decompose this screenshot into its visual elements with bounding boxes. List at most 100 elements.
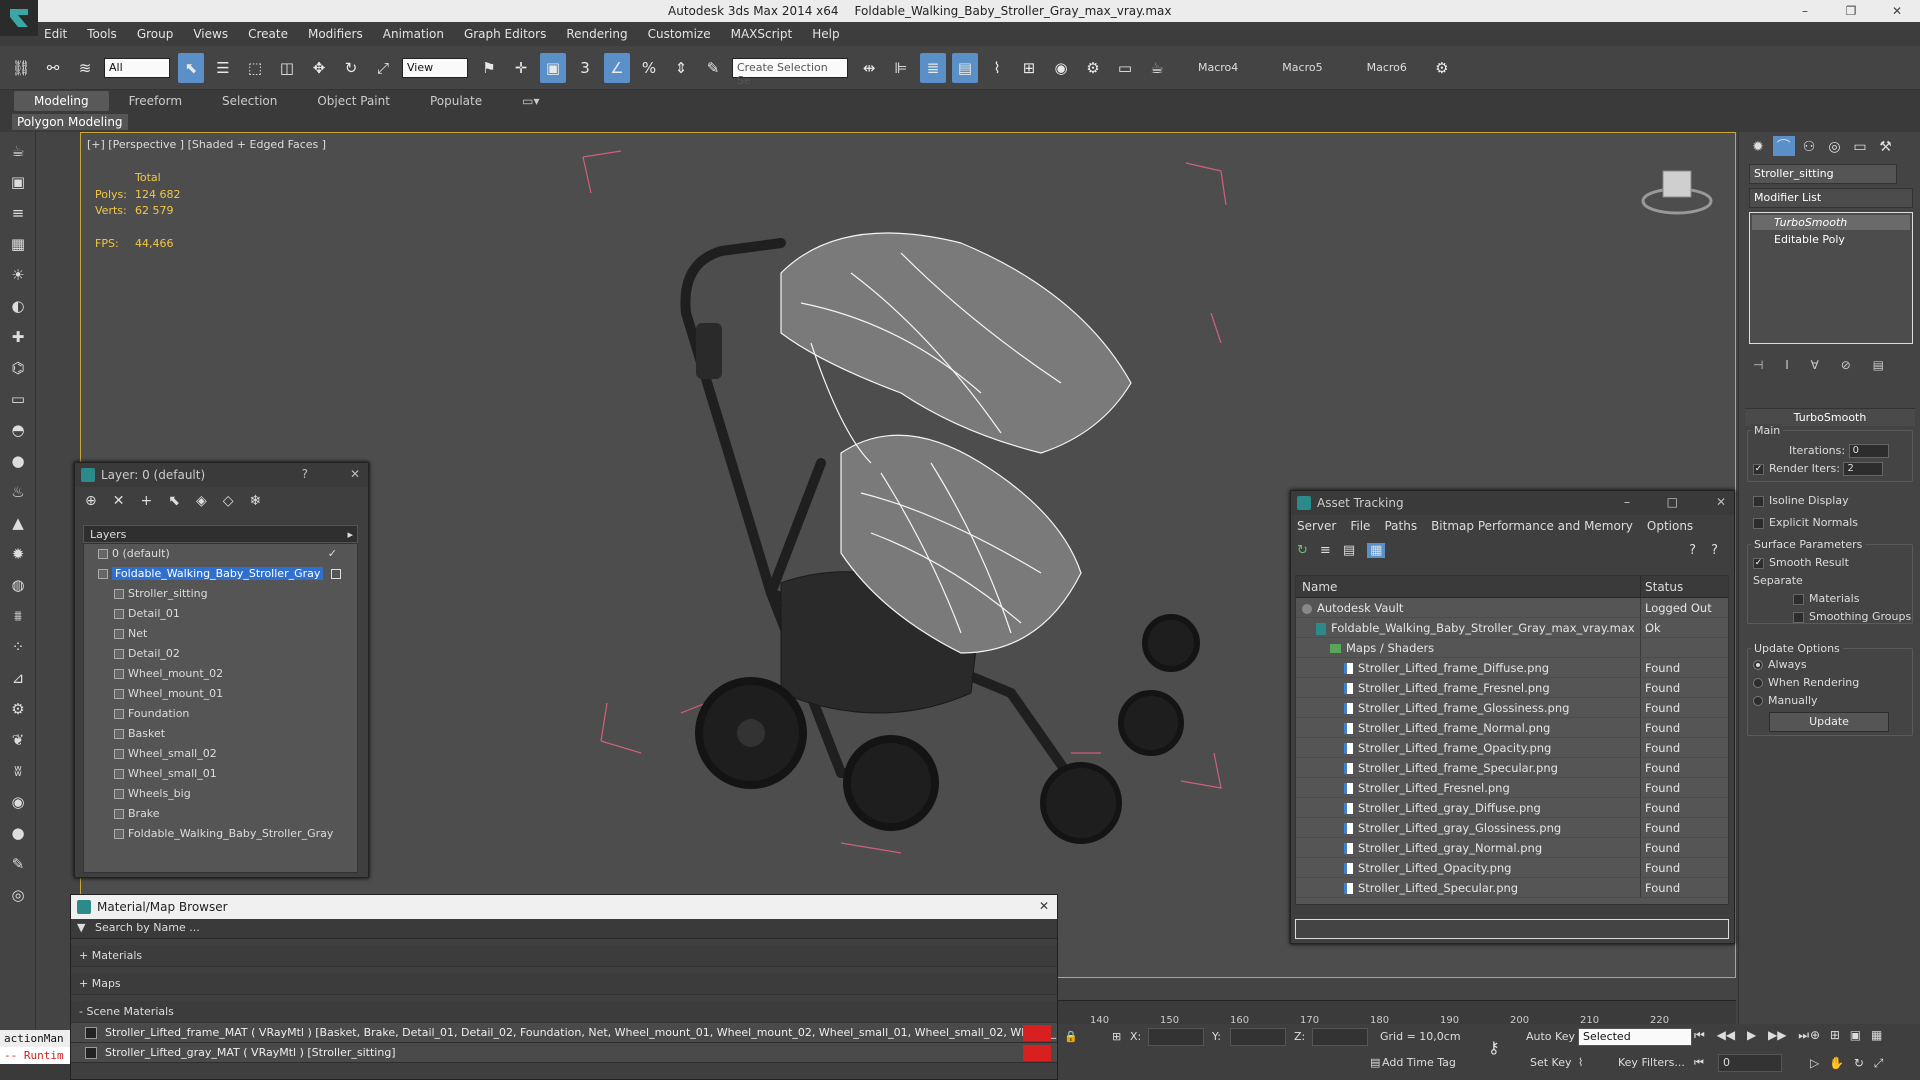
macro4-button[interactable]: Macro4 [1198,61,1238,74]
snaps-icon[interactable]: 3 [572,53,598,83]
box-icon[interactable]: ▭ [6,387,30,411]
asset-menu-server[interactable]: Server [1297,519,1336,533]
asset-row[interactable]: Stroller_Lifted_frame_Fresnel.png Found [1296,678,1728,698]
create-tab-icon[interactable]: ✹ [1747,139,1769,159]
asset-row[interactable]: Stroller_Lifted_frame_Normal.png Found [1296,718,1728,738]
play-icon[interactable]: ▶ [1747,1028,1756,1042]
table-view-icon[interactable]: ▤ [1343,543,1355,558]
utilities-tab-icon[interactable]: ⚒ [1875,139,1897,159]
name-column-header[interactable]: Name [1296,576,1641,597]
menu-item-rendering[interactable]: Rendering [566,27,627,41]
hemisphere-icon[interactable]: ◓ [6,418,30,442]
vault-help-icon[interactable]: ? [1689,543,1696,558]
menu-item-create[interactable]: Create [248,27,288,41]
layer-manager-icon[interactable]: ≣ [920,52,946,83]
hair-icon[interactable]: ʬ [6,759,30,783]
asset-row[interactable]: Stroller_Lifted_frame_Specular.png Found [1296,758,1728,778]
make-unique-icon[interactable]: ∀ [1811,358,1819,372]
freeze-all-icon[interactable]: ❄ [250,493,262,509]
maximize-button[interactable]: ❐ [1828,0,1874,22]
layer-list[interactable]: 0 (default) ✓ Foldable_Walking_Baby_Stroll… [83,543,358,873]
reference-coord-select[interactable]: View [402,57,468,78]
layer-row[interactable]: Wheels_big [84,784,357,804]
asset-maximize-button[interactable]: □ [1667,495,1678,509]
ribbon-tab-populate[interactable]: Populate [410,91,502,111]
key-mode-icon[interactable]: ⏮ [1694,1056,1704,1070]
scale-icon[interactable]: ⤢ [370,53,396,83]
select-by-name-icon[interactable]: ☰ [210,53,236,83]
schematic-view-icon[interactable]: ⊞ [1016,53,1042,83]
camera-icon[interactable]: ◐ [6,294,30,318]
time-tag-icon[interactable]: ▤ [1370,1056,1380,1069]
layer-row[interactable]: Wheel_small_02 [84,744,357,764]
material-search-input[interactable]: ▼ Search by Name ... [71,919,1057,939]
go-to-start-icon[interactable]: ⏮ [1694,1028,1705,1042]
ribbon-options-icon[interactable]: ▭▾ [502,91,559,111]
unlink-icon[interactable]: ⚯ [40,53,66,83]
set-key-icon[interactable]: ⌇ [1578,1056,1583,1069]
layer-row[interactable]: Brake [84,804,357,824]
asset-row[interactable]: Stroller_Lifted_Specular.png Found [1296,878,1728,898]
layer-window-close[interactable]: ✕ [350,467,360,481]
spacewarp-icon[interactable]: ⌬ [6,356,30,380]
menu-item-graph-editors[interactable]: Graph Editors [464,27,546,41]
layer-row[interactable]: 0 (default) ✓ [84,544,357,564]
add-time-tag-label[interactable]: Add Time Tag [1382,1056,1456,1069]
asset-row[interactable]: Foldable_Walking_Baby_Stroller_Gray_max_… [1296,618,1728,638]
material-item[interactable]: Stroller_Lifted_gray_MAT ( VRayMtl ) [St… [71,1043,1057,1063]
select-object-icon[interactable]: ⬉ [178,52,204,83]
z-coord-field[interactable] [1312,1028,1368,1046]
update-button[interactable]: Update [1769,712,1889,732]
hierarchy-tab-icon[interactable]: ⚇ [1798,139,1820,159]
layer-row[interactable]: Wheel_small_01 [84,764,357,784]
pivot-icon[interactable]: ⚑ [476,53,502,83]
layers-column-header[interactable]: Layers ▸ [83,525,358,543]
zoom-extents-icon[interactable]: ▣ [1850,1028,1861,1042]
refresh-icon[interactable]: ↻ [1297,543,1308,558]
settings-icon[interactable]: ⚙ [6,697,30,721]
key-filters-button[interactable]: Key Filters... [1618,1056,1685,1069]
auto-key-button[interactable]: Auto Key [1526,1030,1575,1043]
layer-row[interactable]: Wheel_mount_01 [84,684,357,704]
object-name-field[interactable]: Stroller_sitting [1749,164,1897,184]
ribbon-toggle-icon[interactable]: ▤ [952,52,978,83]
render-icon[interactable]: ▣ [6,170,30,194]
spinner-snap-icon[interactable]: ⇕ [668,53,694,83]
stairs-icon[interactable]: ⩩ [6,604,30,628]
menu-item-maxscript[interactable]: MAXScript [731,27,793,41]
asset-row[interactable]: Stroller_Lifted_frame_Opacity.png Found [1296,738,1728,758]
asset-close-button[interactable]: ✕ [1716,495,1726,509]
sphere-icon[interactable]: ● [6,449,30,473]
percent-snap-icon[interactable]: % [636,53,662,83]
minimize-button[interactable]: – [1782,0,1828,22]
scene-materials-group[interactable]: - Scene Materials [71,1001,1057,1023]
macro6-button[interactable]: Macro6 [1367,61,1407,74]
viewcube[interactable] [1641,159,1713,219]
x-coord-field[interactable] [1148,1028,1204,1046]
remove-modifier-icon[interactable]: ⊘ [1841,358,1851,372]
macro5-button[interactable]: Macro5 [1282,61,1322,74]
asset-menu-bitmap-performance-and-memory[interactable]: Bitmap Performance and Memory [1431,519,1633,533]
manually-radio[interactable] [1753,696,1763,706]
materials-group[interactable]: + Materials [71,945,1057,967]
asset-row[interactable]: Stroller_Lifted_frame_Glossiness.png Foun… [1296,698,1728,718]
absolute-mode-icon[interactable]: ⊞ [1112,1030,1121,1043]
isoline-checkbox[interactable] [1753,495,1764,507]
keyboard-shortcut-icon[interactable]: ▣ [540,52,566,83]
layer-row[interactable]: Net [84,624,357,644]
delete-layer-icon[interactable]: ✕ [113,493,125,509]
set-current-layer-icon[interactable] [331,569,341,579]
layers-icon[interactable]: ≡ [6,201,30,225]
rotate-icon[interactable]: ↻ [338,53,364,83]
render-setup-icon[interactable]: ⚙ [1080,53,1106,83]
fov-icon[interactable]: ▷ [1810,1056,1819,1070]
layer-row[interactable]: Foundation [84,704,357,724]
key-mode-select[interactable]: Selected [1578,1028,1692,1046]
named-selection-set-input[interactable]: Create Selection Se [732,57,848,87]
render-iters-spinner[interactable]: 2 [1843,462,1884,476]
lock-icon[interactable]: 🔒 [1064,1030,1078,1043]
asset-menu-paths[interactable]: Paths [1384,519,1417,533]
axis-icon[interactable]: ⊿ [6,666,30,690]
explicit-normals-checkbox[interactable] [1753,517,1764,529]
material-browser-close[interactable]: ✕ [1039,899,1049,913]
